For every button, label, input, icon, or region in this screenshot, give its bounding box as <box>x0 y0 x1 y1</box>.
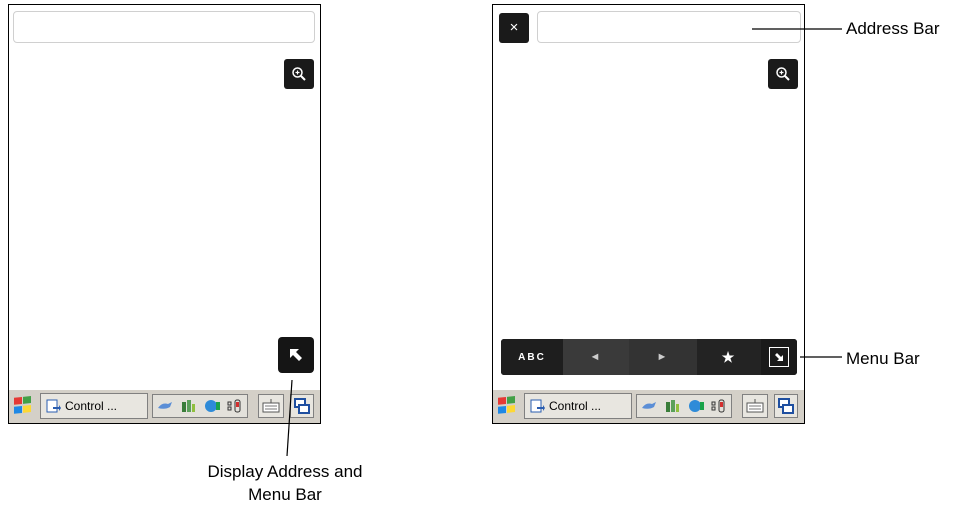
address-bar-callout: Address Bar <box>846 19 940 38</box>
display-address-menu-callout: Display Address and Menu Bar <box>170 460 400 506</box>
display-leader-line <box>286 379 293 457</box>
display-callout-line1: Display Address and <box>207 462 363 481</box>
display-callout-line2: Menu Bar <box>248 485 322 504</box>
menu-bar-callout: Menu Bar <box>846 349 920 368</box>
callout-lines <box>286 28 842 457</box>
